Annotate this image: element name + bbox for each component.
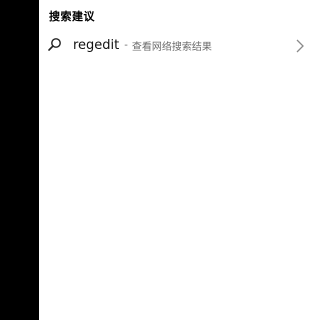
search-icon <box>47 37 63 53</box>
search-window: 搜索建议 regedit - 查看网络搜索结果 <box>0 0 320 320</box>
taskbar-left-strip <box>0 0 39 320</box>
suggestion-query: regedit <box>73 37 120 53</box>
suggestion-description: 查看网络搜索结果 <box>131 41 212 53</box>
chevron-right-icon[interactable] <box>296 38 304 53</box>
suggestion-item-regedit[interactable]: regedit - 查看网络搜索结果 <box>39 30 320 60</box>
suggestion-separator: - <box>124 39 128 51</box>
search-suggestions-panel: 搜索建议 regedit - 查看网络搜索结果 <box>39 0 320 320</box>
section-title: 搜索建议 <box>49 10 95 23</box>
